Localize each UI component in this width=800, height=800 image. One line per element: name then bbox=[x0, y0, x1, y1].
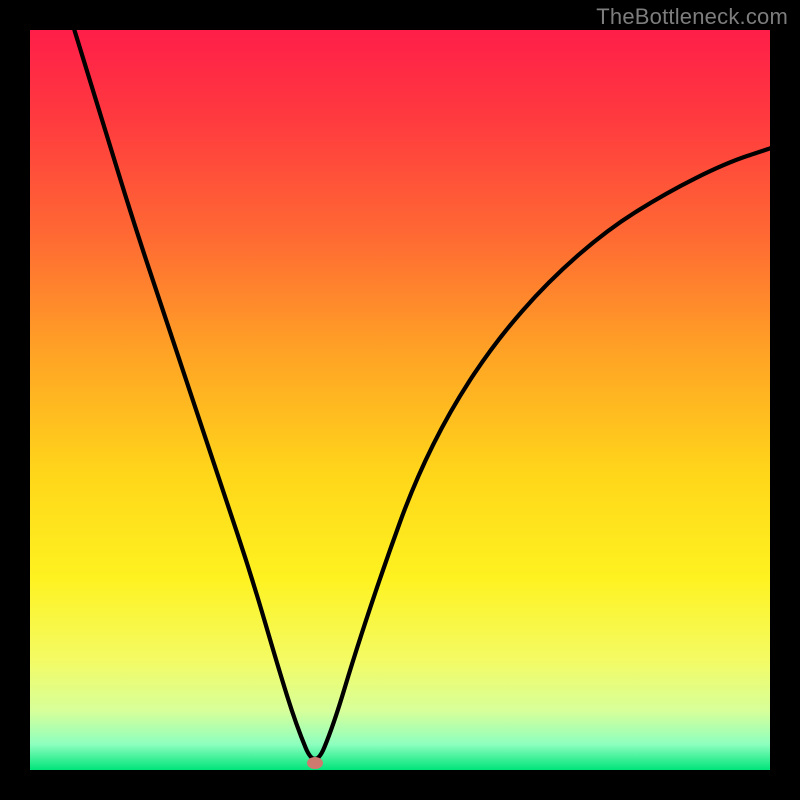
plot-area bbox=[30, 30, 770, 770]
watermark-text: TheBottleneck.com bbox=[596, 4, 788, 30]
chart-stage: TheBottleneck.com bbox=[0, 0, 800, 800]
optimal-point-marker bbox=[307, 757, 323, 769]
bottleneck-curve bbox=[30, 30, 770, 770]
